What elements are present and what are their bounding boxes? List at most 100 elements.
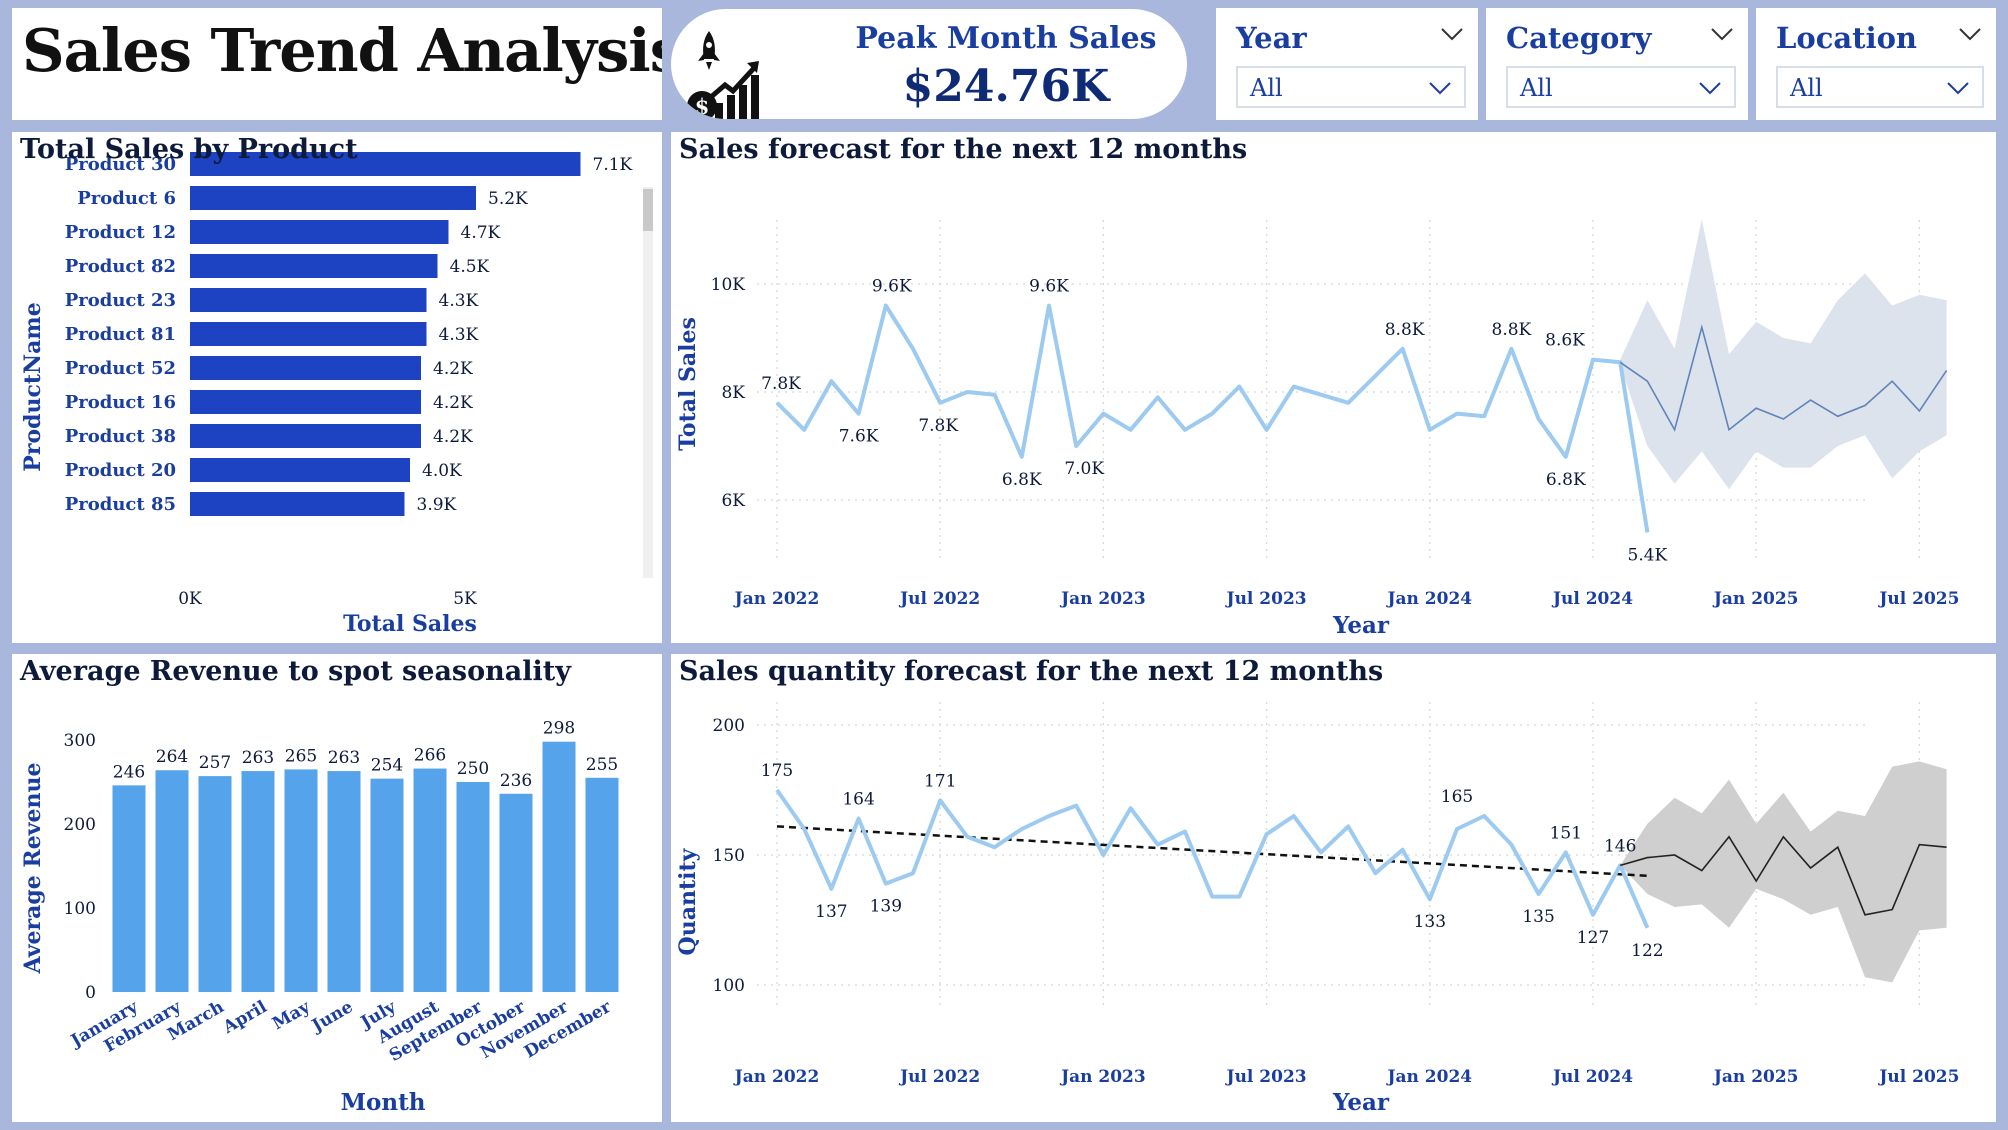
category-dropdown-value: All [1520, 74, 1553, 102]
product-value-label: 5.2K [488, 189, 528, 209]
product-label: Product 12 [65, 222, 176, 243]
x-tick-label: Jan 2022 [733, 589, 820, 609]
chevron-down-icon[interactable] [1440, 26, 1464, 42]
forecast-panel: Jan 2022 Jul 2022 Jan 2023 Jul 2023 Jan 2024… [671, 132, 1996, 643]
data-point-label: 5.4K [1628, 545, 1668, 565]
x-axis-title: Month [341, 1089, 426, 1116]
product-label: Product 20 [65, 460, 176, 481]
y-tick-label: 200 [64, 815, 96, 835]
data-point-label: 165 [1441, 787, 1473, 807]
data-point-label: 8.6K [1545, 331, 1585, 351]
product-bar [190, 288, 427, 312]
month-bar [198, 776, 232, 992]
data-point-label: 135 [1522, 907, 1554, 927]
month-bar [585, 777, 619, 992]
product-bar [190, 322, 427, 346]
seasonal-bar-chart: 0100200300246January264February257March2… [20, 719, 619, 1116]
y-tick-label: 150 [713, 846, 745, 866]
y-tick-label: 100 [713, 976, 745, 996]
month-label: April [219, 997, 271, 1039]
data-point-label: 133 [1414, 912, 1446, 932]
slicer-year-title: Year [1236, 21, 1307, 55]
month-value-label: 264 [156, 747, 188, 767]
y-tick-label: 200 [713, 716, 745, 736]
y-tick-label: 10K [711, 275, 746, 295]
x-tick-label: Jul 2022 [898, 1067, 980, 1087]
month-bar [456, 782, 490, 992]
scrollbar-track [643, 187, 653, 578]
month-bar [241, 771, 275, 992]
page-title: Sales Trend Analysis [22, 16, 662, 85]
products-panel-title: Total Sales by Product [20, 134, 358, 165]
kpi-card: $ Peak Month Sales $24.76K [671, 9, 1187, 119]
data-point-label: 164 [842, 790, 874, 810]
month-value-label: 255 [586, 755, 618, 775]
product-label: Product 85 [65, 494, 176, 515]
x-tick-label: Jul 2025 [1877, 589, 1959, 609]
product-bar [190, 254, 438, 278]
product-value-label: 4.3K [439, 325, 479, 345]
chevron-down-icon[interactable] [1946, 80, 1970, 96]
y-axis-title: ProductName [20, 302, 46, 471]
y-tick-label: 300 [64, 731, 96, 751]
x-tick-label: 0K [178, 589, 202, 609]
product-label: Product 52 [65, 358, 176, 379]
product-value-label: 4.2K [433, 393, 473, 413]
y-tick-label: 0 [85, 983, 96, 1003]
x-tick-label: Jul 2023 [1225, 1067, 1307, 1087]
product-bar [190, 458, 410, 482]
actual-series-line [775, 788, 1650, 929]
data-point-label: 7.8K [761, 374, 801, 394]
month-label: June [307, 997, 357, 1037]
x-tick-label: Jan 2024 [1385, 1067, 1472, 1087]
month-bar [327, 771, 361, 992]
product-label: Product 81 [65, 324, 176, 345]
product-bar [190, 424, 421, 448]
slicer-location-title: Location [1776, 21, 1918, 55]
data-point-label: 9.6K [872, 277, 912, 297]
month-value-label: 250 [457, 759, 489, 779]
x-tick-label: Jul 2024 [1551, 1067, 1633, 1087]
chevron-down-icon[interactable] [1958, 26, 1982, 42]
data-point-label: 7.8K [918, 416, 958, 436]
kpi-value: $24.76K [902, 61, 1110, 112]
y-tick-label: 8K [721, 383, 745, 403]
slicer-category-title: Category [1506, 21, 1652, 55]
data-point-label: 122 [1631, 941, 1663, 961]
products-bar-chart: Product 30 7.1KProduct 6 5.2KProduct 12 4.7… [20, 152, 653, 637]
data-point-label: 175 [761, 761, 793, 781]
month-value-label: 266 [414, 746, 446, 766]
data-point-label: 137 [815, 902, 847, 922]
y-tick-label: 100 [64, 899, 96, 919]
scrollbar-thumb [643, 189, 653, 231]
quantity-panel: Jan 2022 Jul 2022 Jan 2023 Jul 2023 Jan 2024… [671, 654, 1996, 1122]
quantity-forecast-line-chart: Jan 2022 Jul 2022 Jan 2023 Jul 2023 Jan 2024… [675, 702, 1959, 1116]
product-bar [190, 220, 449, 244]
seasonal-panel-title: Average Revenue to spot seasonality [20, 656, 571, 687]
forecast-confidence-band [1620, 219, 1947, 490]
quantity-panel-title: Sales quantity forecast for the next 12 … [679, 656, 1384, 687]
category-dropdown[interactable]: All [1506, 66, 1736, 108]
product-label: Product 6 [77, 188, 176, 209]
month-bar [542, 741, 576, 992]
location-dropdown[interactable]: All [1776, 66, 1984, 108]
year-dropdown[interactable]: All [1236, 66, 1466, 108]
x-tick-label: Jan 2025 [1712, 1067, 1799, 1087]
slicer-location[interactable]: Location All [1756, 8, 1996, 120]
chevron-down-icon[interactable] [1428, 80, 1452, 96]
year-dropdown-value: All [1250, 74, 1283, 102]
product-label: Product 38 [65, 426, 176, 447]
chevron-down-icon[interactable] [1710, 26, 1734, 42]
forecast-confidence-band [1620, 761, 1947, 983]
month-value-label: 265 [285, 746, 317, 766]
rocket-growth-chart-icon: $ [687, 31, 759, 119]
data-point-label: 146 [1604, 836, 1636, 856]
slicer-category[interactable]: Category All [1486, 8, 1748, 120]
x-tick-label: 5K [453, 589, 477, 609]
chevron-down-icon[interactable] [1698, 80, 1722, 96]
month-value-label: 263 [242, 748, 274, 768]
y-axis-title: Total Sales [675, 317, 701, 451]
data-point-label: 139 [870, 897, 902, 917]
month-value-label: 236 [500, 771, 532, 791]
slicer-year[interactable]: Year All [1216, 8, 1478, 120]
